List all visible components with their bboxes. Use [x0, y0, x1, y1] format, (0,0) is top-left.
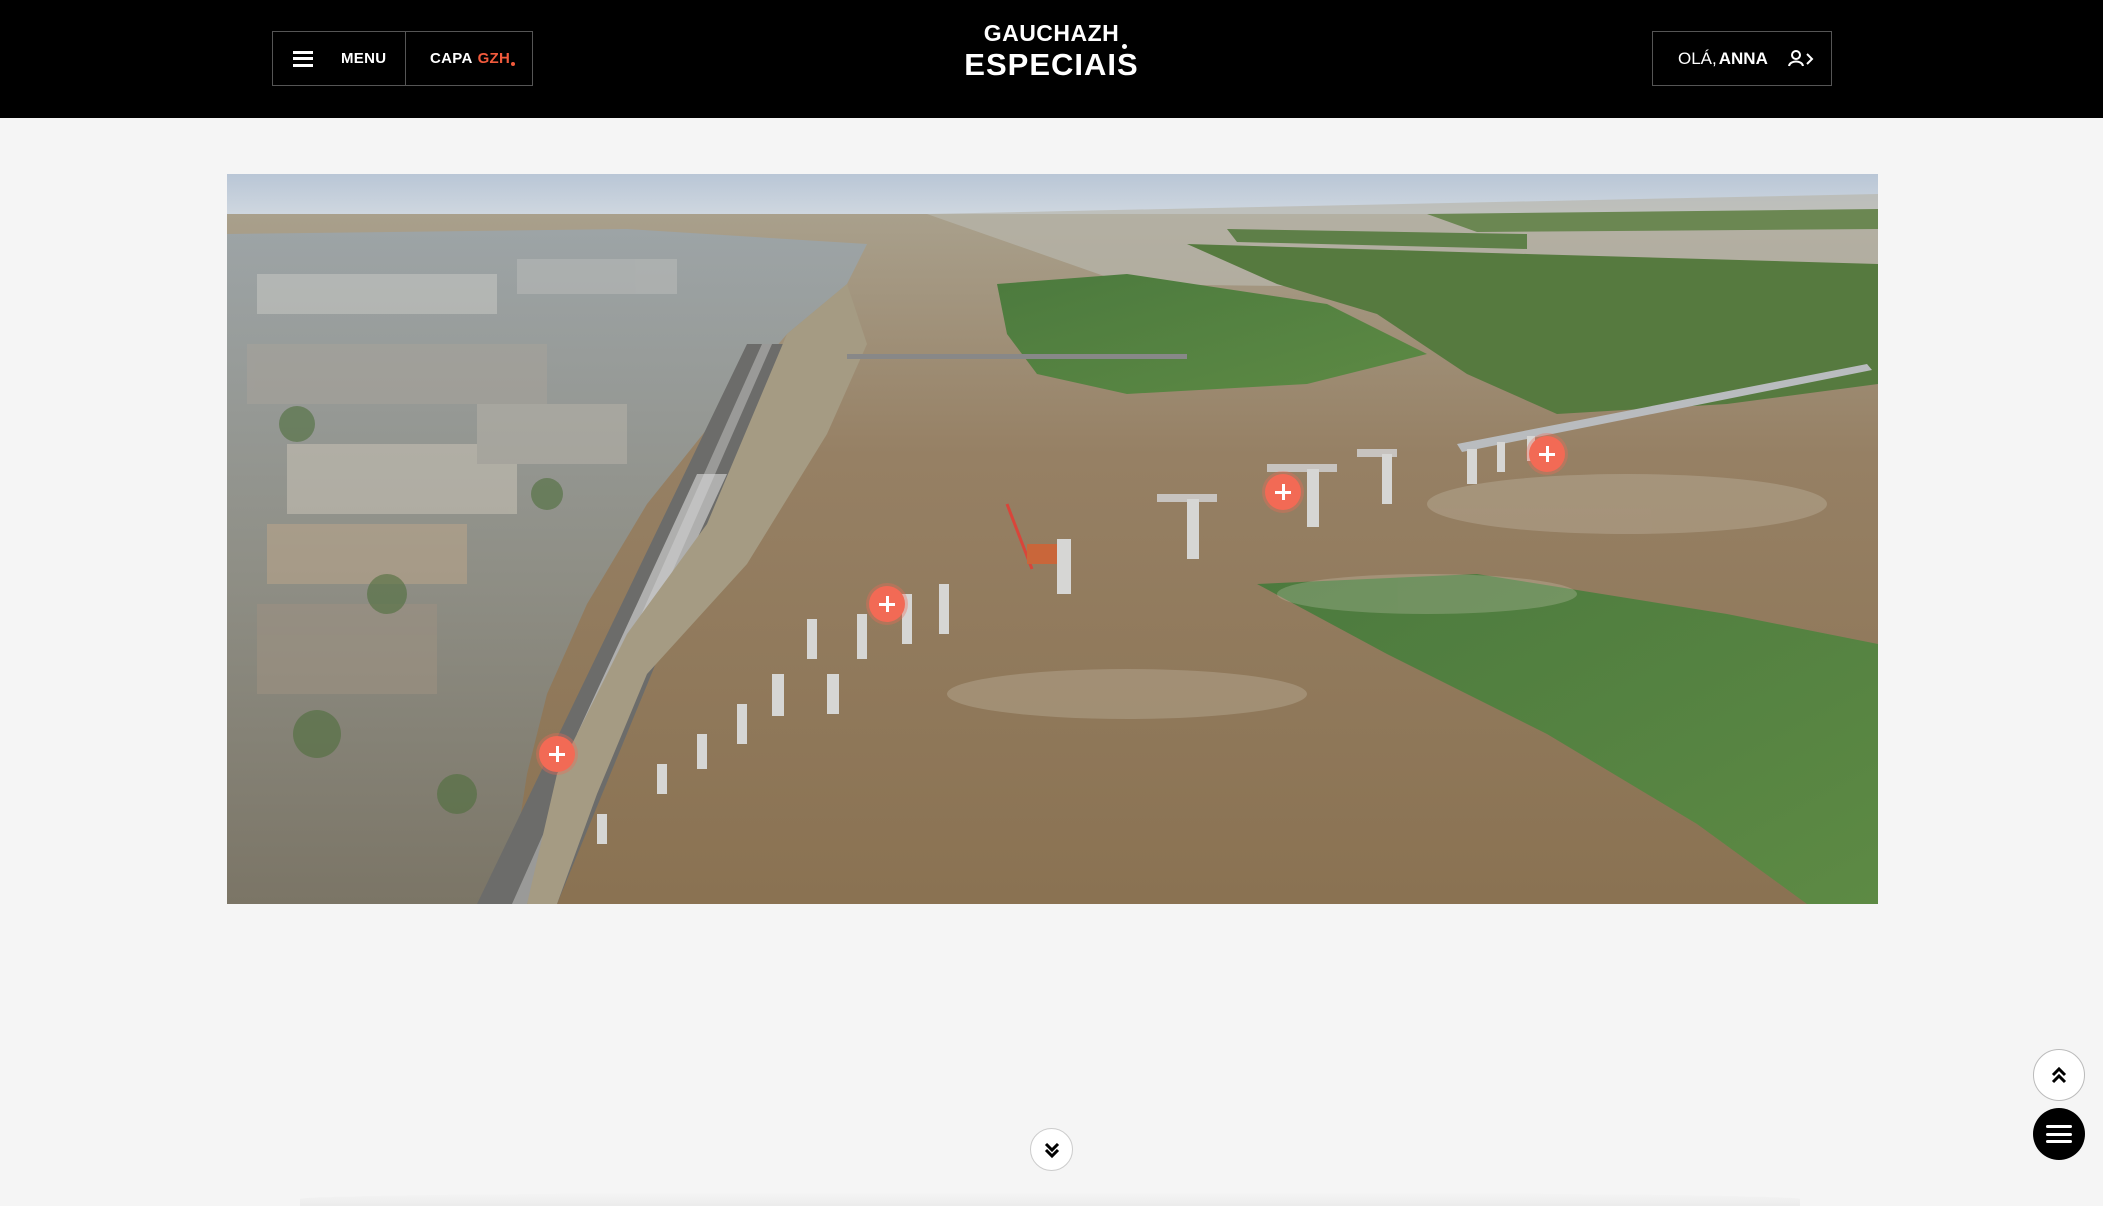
hotspot-1[interactable] [539, 736, 575, 772]
menu-button[interactable]: MENU [273, 32, 406, 85]
hero-image [227, 174, 1878, 904]
scroll-top-button[interactable] [2033, 1049, 2085, 1101]
nav-group: MENU CAPA GZH [272, 31, 533, 86]
floating-menu-button[interactable] [2033, 1108, 2085, 1160]
capa-brand: GZH [478, 50, 516, 67]
user-name: ANNA [1718, 48, 1768, 68]
top-bar: MENU CAPA GZH GAUCHAZH ESPECIAIS OLÁ, AN… [0, 0, 2103, 118]
double-chevron-down-icon [1044, 1142, 1059, 1158]
hotspot-3[interactable] [1265, 474, 1301, 510]
hotspot-2[interactable] [869, 586, 905, 622]
scroll-down-button[interactable] [1030, 1128, 1073, 1171]
double-chevron-up-icon [2051, 1066, 2067, 1084]
capa-label: CAPA [430, 50, 473, 67]
menu-label: MENU [341, 50, 387, 67]
aerial-photo [227, 174, 1878, 904]
user-arrow-icon [1787, 49, 1814, 68]
content-edge [300, 1192, 1800, 1206]
greeting-label: OLÁ, [1678, 48, 1717, 68]
hamburger-icon [293, 50, 313, 67]
capa-gzh-link[interactable]: CAPA GZH [406, 32, 532, 85]
hotspot-4[interactable] [1529, 436, 1565, 472]
hamburger-icon [2046, 1125, 2072, 1143]
user-account-button[interactable]: OLÁ, ANNA [1652, 31, 1832, 86]
logo-gauchazh: GAUCHAZH [984, 20, 1128, 49]
